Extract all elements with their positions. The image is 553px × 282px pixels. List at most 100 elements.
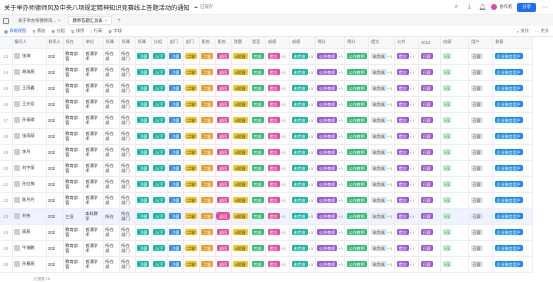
dept-cell[interactable]: 所在部门 [119,80,136,97]
tag-cell[interactable]: 公卫 [151,96,168,113]
tag-cell[interactable]: 二轮 [199,128,216,145]
row-number[interactable]: 20 [0,160,13,177]
tag-cell[interactable]: 卫健 [167,64,184,81]
type-cell[interactable]: 普通学术 [83,144,104,161]
tag-cell[interactable]: 完成 [249,240,267,257]
column-header[interactable]: 所在 [63,37,84,49]
tag-cell[interactable]: 公卫 [151,144,168,161]
tag-cell[interactable]: 提交 +3 [265,112,291,129]
tag-cell[interactable]: 4阶段 [231,192,251,209]
tag-cell[interactable]: 完成 [249,80,267,97]
tag-cell[interactable]: 二轮 [199,240,216,257]
tag-cell[interactable]: 公共教师 +3 [315,208,346,225]
tag-cell[interactable]: 卫健 [167,224,184,241]
type-cell[interactable]: 普通学术 [83,160,104,177]
tag-cell[interactable]: 返回 [215,112,232,129]
tag-cell[interactable]: 已赛 [418,48,442,65]
tag-cell[interactable]: 公卫 [151,112,168,129]
tag-cell[interactable]: 已赛 [468,112,494,129]
column-header[interactable]: 所属 [135,37,152,49]
tag-cell[interactable]: 未完成 +3 [289,256,316,273]
tag-cell[interactable]: 未完成 +3 [368,240,396,257]
tag-cell[interactable]: 完成 [249,64,267,81]
tag-cell[interactable]: 已赛 [468,144,494,161]
year-cell[interactable]: 202 [46,80,64,97]
tag-cell[interactable]: +1 [440,144,470,161]
unit-cell[interactable]: 教育部管 [63,128,84,145]
column-header[interactable]: 所属 [103,37,120,49]
year-cell[interactable]: 202 [46,224,64,241]
table-row[interactable]: 26 孙春燕 202 教育部管 普通学术 所在部 所在部门 卫健 公卫 卫健 二轮 二轮 返回 4阶段 完成… [0,256,534,273]
tag-cell[interactable]: 二轮 [183,64,200,81]
user-cell[interactable]: 企业微信用户 [492,80,534,97]
tag-cell[interactable]: 已赛 [468,224,494,241]
dept-cell[interactable]: 所在部 [103,144,120,161]
unit-cell[interactable]: 教育部管 [63,144,84,161]
tag-cell[interactable]: 完成 [249,176,267,193]
tag-cell[interactable]: 未完成 +3 [368,96,396,113]
unit-cell[interactable]: 教育部管 [63,160,84,177]
tag-cell[interactable]: 已赛 [418,176,442,193]
tag-cell[interactable]: 公卫 [151,48,168,65]
tag-cell[interactable]: 已赛 [418,128,442,145]
dept-cell[interactable]: 所在部 [103,240,120,257]
row-number[interactable]: 13 [0,48,13,65]
name-cell[interactable]: 孙红梅 [12,176,47,193]
tag-cell[interactable]: 卫健 [167,208,184,225]
unit-cell[interactable]: 教育部管 [63,256,84,273]
user-cell[interactable]: 企业微信用户 [492,160,534,177]
unit-cell[interactable]: 三亚 [63,208,84,225]
tag-cell[interactable]: 卫健 [167,80,184,97]
type-cell[interactable]: 普通学术 [83,48,104,65]
type-cell[interactable]: 普通学术 [83,192,104,209]
tag-cell[interactable]: 公共教师 [344,80,370,97]
type-cell[interactable]: 普通学术 [83,256,104,273]
dept-cell[interactable]: 所在部 [103,176,120,193]
tag-cell[interactable]: 公卫 [151,256,168,273]
tag-cell[interactable]: 二轮 [183,224,200,241]
tag-cell[interactable]: 未完成 +3 [368,64,396,81]
tag-cell[interactable]: 卫健 [167,176,184,193]
year-cell[interactable]: 202 [46,144,64,161]
tag-cell[interactable]: 卫健 [167,144,184,161]
tag-cell[interactable]: 卫健 [135,240,152,257]
name-cell[interactable]: 张海 [12,48,47,65]
column-header[interactable]: 所属 [119,37,136,49]
tag-cell[interactable]: 已赛 [468,64,494,81]
column-header[interactable]: 用户 [468,37,494,49]
table-row[interactable]: 22 陈丹丹 202 教育部管 普通学术 所在部 所在部门 卫健 公卫 卫健 二轮 二轮 返回 4阶段 完成… [0,192,534,209]
tag-cell[interactable]: 公共教师 [344,256,370,273]
dept-cell[interactable]: 所在部 [103,160,120,177]
tag-cell[interactable]: 提交 +3 [265,240,291,257]
tag-cell[interactable]: 未完成 +3 [368,128,396,145]
tag-cell[interactable]: 提交 +3 [394,112,420,129]
year-cell[interactable]: 202 [46,192,64,209]
tag-cell[interactable]: 未完成 +3 [368,256,396,273]
tag-cell[interactable]: 卫健 [167,48,184,65]
row-number[interactable]: 21 [0,176,13,193]
tag-cell[interactable]: 公共教师 +3 [315,80,346,97]
tag-cell[interactable]: 二轮 [183,144,200,161]
column-header[interactable]: 提交 [368,37,396,49]
tag-cell[interactable]: +1 [440,64,470,81]
dept-cell[interactable]: 所在 [103,208,120,225]
dept-cell[interactable]: 所在部 [103,128,120,145]
table-row[interactable]: 14 胡海燕 202 教育部管 普通学术 所在部 所在部门 卫健 公卫 卫健 二轮 二轮 返回 4阶段 完成… [0,64,534,81]
name-cell[interactable]: 张雨萌 [12,128,47,145]
name-cell[interactable]: 牛瑞鹏 [12,240,47,257]
close-icon[interactable]: × [58,18,61,23]
tag-cell[interactable]: 完成 [249,208,267,225]
tag-cell[interactable]: 二轮 [183,112,200,129]
tag-cell[interactable]: 卫健 [135,128,152,145]
tag-cell[interactable]: 完成 [249,48,267,65]
tag-cell[interactable]: 二轮 [199,80,216,97]
tag-cell[interactable]: +1 [440,96,470,113]
dept-cell[interactable]: 所在部门 [119,240,136,257]
tag-cell[interactable]: 未完成 +3 [289,240,316,257]
tag-cell[interactable]: 公共教师 +3 [315,64,346,81]
column-header[interactable]: 参赛 [492,37,534,49]
tag-cell[interactable]: 卫健 [135,176,152,193]
tag-cell[interactable]: 二轮 [183,256,200,273]
tag-cell[interactable]: 完成 [249,112,267,129]
tag-cell[interactable]: 已赛 [418,160,442,177]
